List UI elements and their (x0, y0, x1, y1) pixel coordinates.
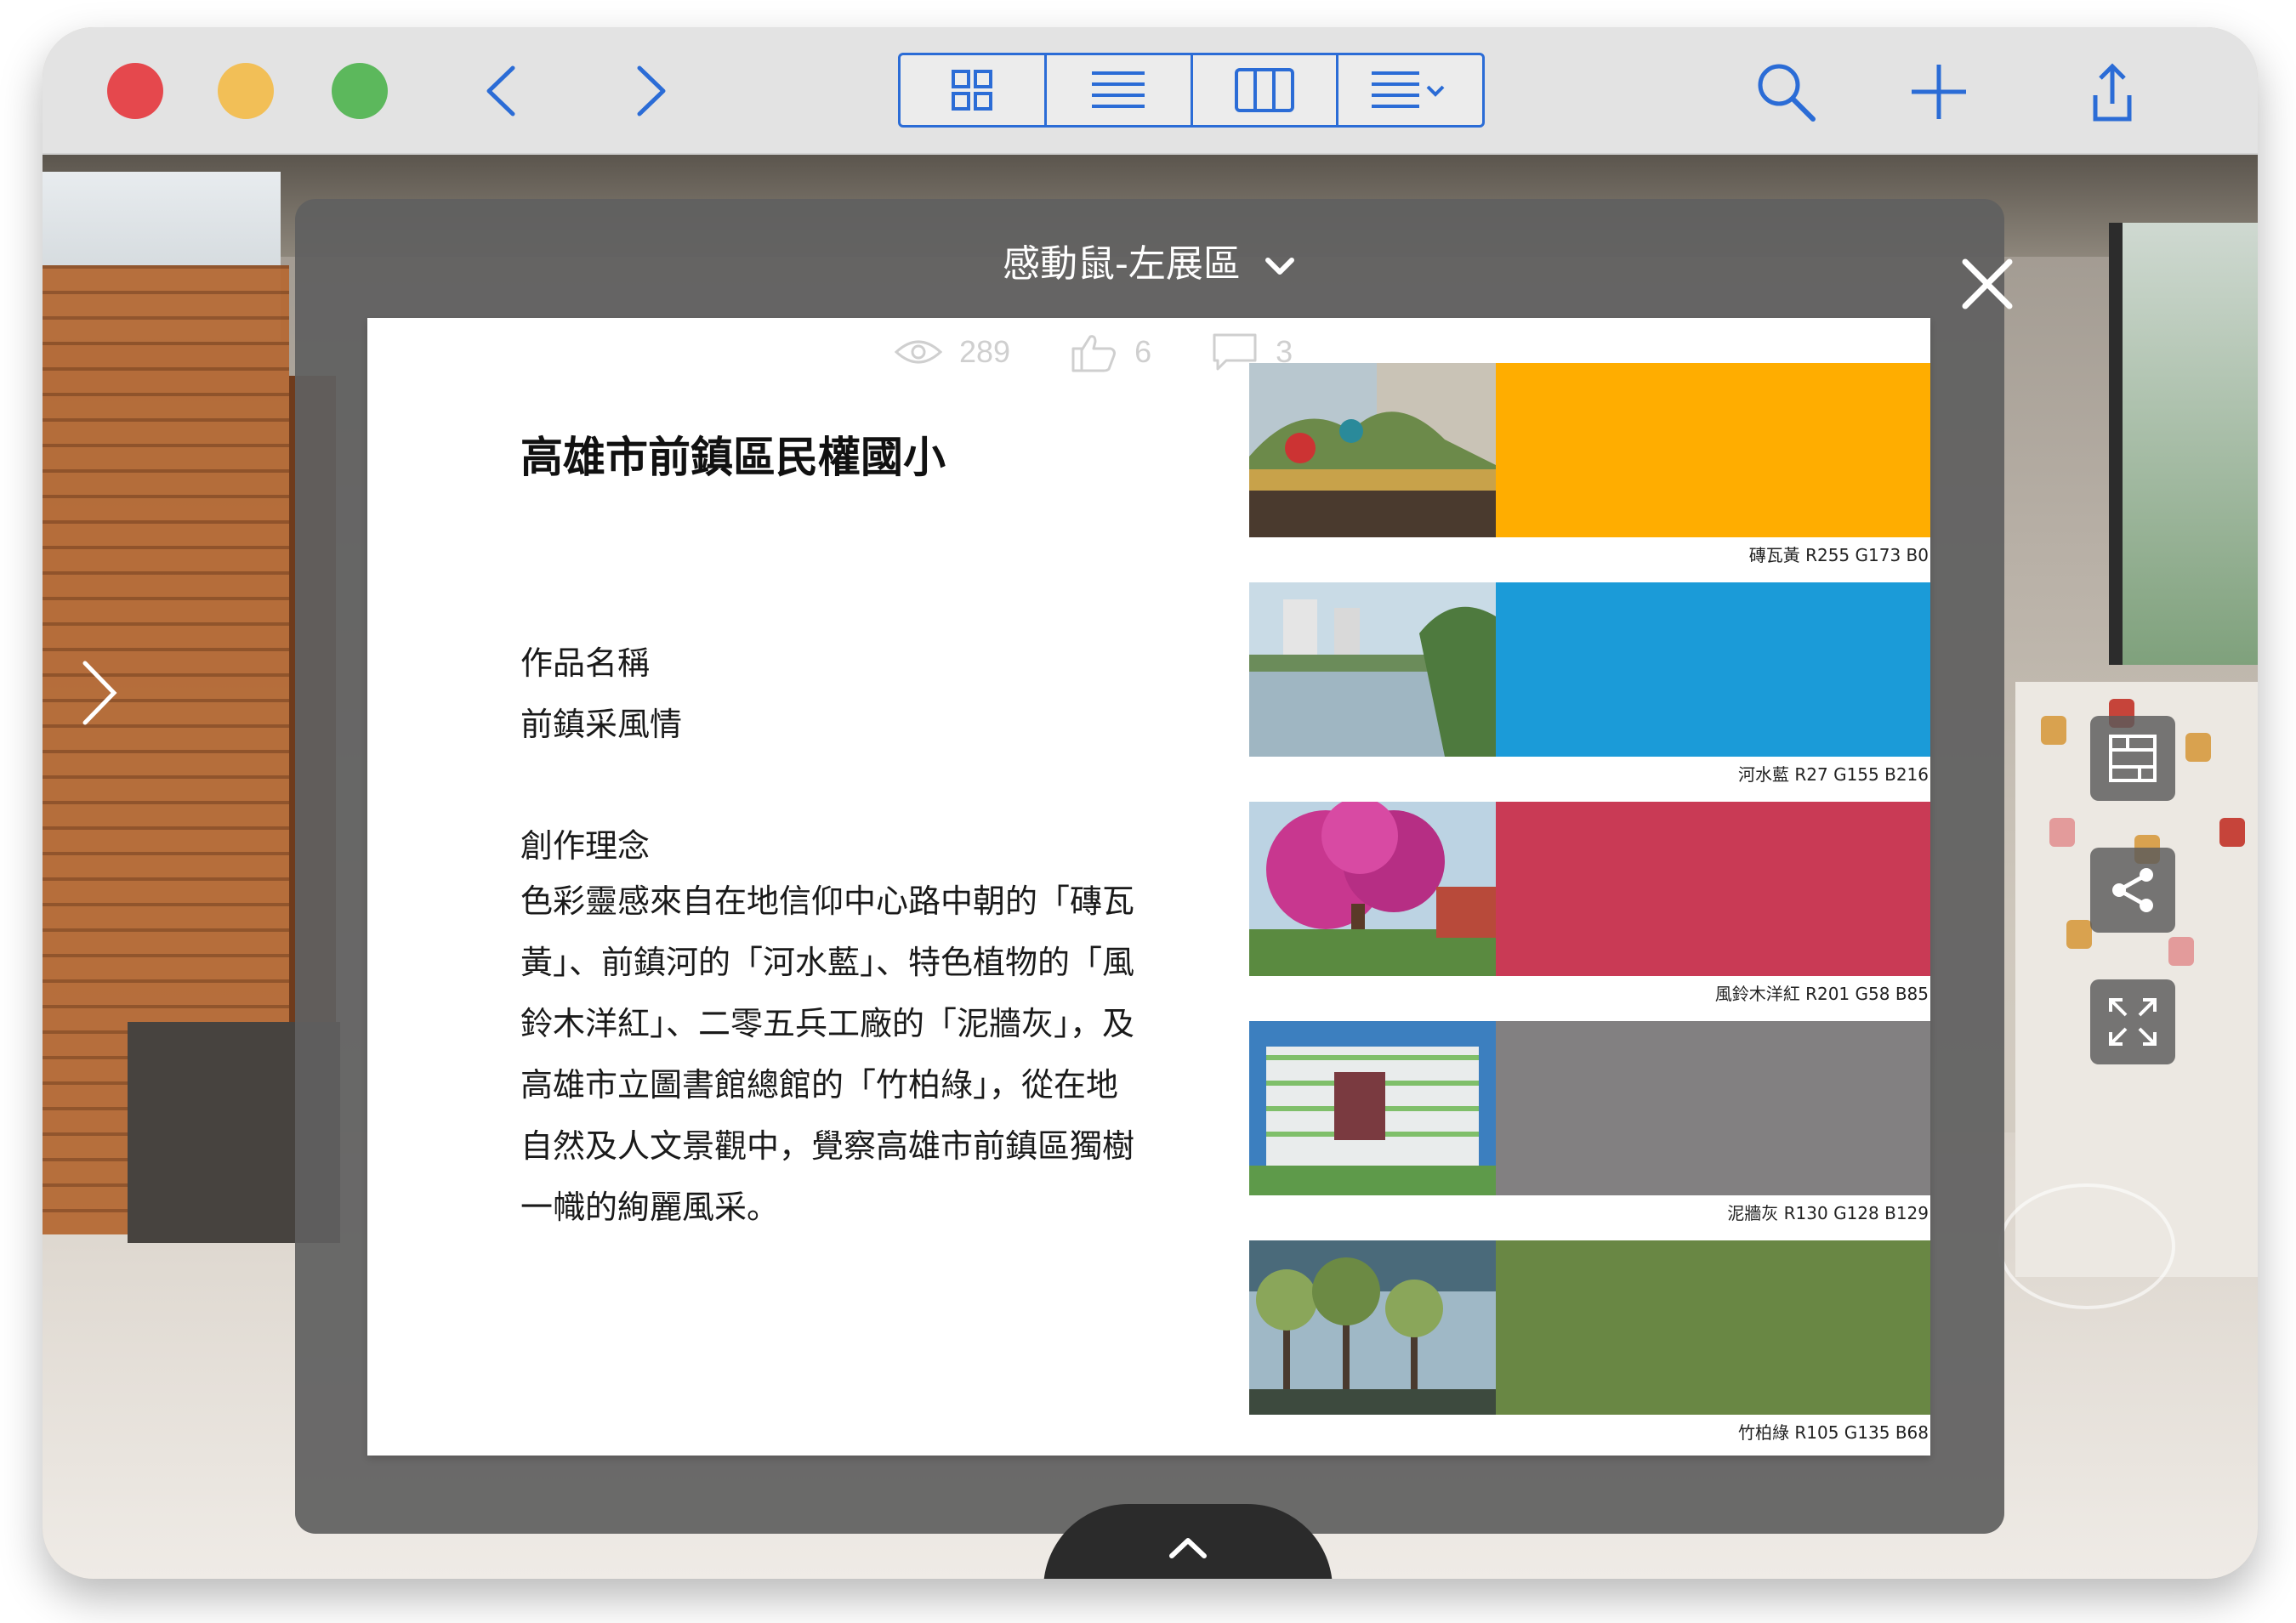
fullscreen-icon (2109, 998, 2157, 1046)
work-name: 前鎮采風情 (520, 706, 683, 743)
browser-window: 感動鼠-左展區 289 6 3 高雄市前鎮區民權國小 作品名稱 前鎮采風情 創作… (43, 27, 2258, 1579)
gyro-indicator (1998, 1183, 2175, 1309)
floor-plan-icon (2109, 735, 2157, 782)
views-count: 289 (959, 334, 1011, 369)
swatch-color (1496, 802, 1930, 976)
library-photo (1249, 1021, 1496, 1195)
chevron-right-icon[interactable] (75, 655, 126, 731)
fullscreen-button[interactable] (2090, 979, 2175, 1064)
exhibit-title: 感動鼠-左展區 (1003, 242, 1241, 286)
swatch-color (1496, 1021, 1930, 1195)
swatch-row: 河水藍 R27 G155 B216 (1249, 582, 1930, 802)
thumbs-up-icon (1071, 335, 1117, 372)
floor-plan-button[interactable] (2090, 716, 2175, 801)
artwork-modal: 感動鼠-左展區 289 6 3 高雄市前鎮區民權國小 作品名稱 前鎮采風情 創作… (295, 199, 2013, 1579)
grid-view-button[interactable] (901, 55, 1047, 125)
river-photo (1249, 582, 1496, 757)
list-view-button[interactable] (1047, 55, 1193, 125)
column-view-button[interactable] (1193, 55, 1339, 125)
concept-label: 創作理念 (520, 827, 651, 865)
swatch-caption: 磚瓦黃 R255 G173 B0 (1748, 545, 1929, 565)
share-icon[interactable] (2075, 58, 2143, 126)
search-icon[interactable] (1752, 58, 1820, 126)
group-view-button[interactable] (1338, 55, 1482, 125)
share-nodes-icon (2112, 868, 2153, 912)
right-window (2109, 223, 2258, 665)
views-stat: 289 (895, 334, 1010, 370)
work-name-label: 作品名稱 (520, 644, 651, 682)
swatch-color (1496, 1240, 1930, 1415)
swatch-color (1496, 363, 1930, 537)
forest-photo (1249, 1240, 1496, 1415)
group-view-icon (1371, 71, 1445, 108)
likes-count: 6 (1134, 334, 1152, 369)
swatch-row: 磚瓦黃 R255 G173 B0 (1249, 363, 1930, 582)
eye-icon (895, 340, 942, 364)
close-icon[interactable] (1953, 250, 2021, 318)
swatch-caption: 風鈴木洋紅 R201 G58 B85 (1714, 984, 1929, 1004)
swatch-caption: 竹柏綠 R105 G135 B68 (1738, 1422, 1929, 1443)
chevron-right-icon[interactable] (621, 61, 680, 121)
chevron-up-icon (1169, 1538, 1207, 1558)
list-view-icon (1092, 71, 1145, 108)
swatch-caption: 泥牆灰 R130 G128 B129 (1727, 1203, 1929, 1223)
chevron-down-icon (1265, 258, 1294, 275)
maximize-window-button[interactable] (332, 63, 388, 119)
swatch-row: 風鈴木洋紅 R201 G58 B85 (1249, 802, 1930, 1021)
toolbar (43, 27, 2258, 155)
swatch-caption: 河水藍 R27 G155 B216 (1738, 764, 1929, 785)
exhibit-selector[interactable]: 感動鼠-左展區 (295, 233, 2004, 287)
minimize-window-button[interactable] (218, 63, 274, 119)
temple-photo (1249, 363, 1496, 537)
swatch-color (1496, 582, 1930, 757)
swatch-row: 竹柏綠 R105 G135 B68 (1249, 1240, 1930, 1456)
likes-stat[interactable]: 6 (1070, 332, 1151, 372)
color-swatch-list: 磚瓦黃 R255 G173 B0 河水藍 R27 G155 B216 風鈴木洋紅… (1249, 363, 1930, 1456)
chevron-left-icon[interactable] (472, 61, 531, 121)
close-window-button[interactable] (107, 63, 163, 119)
artwork-page: 289 6 3 高雄市前鎮區民權國小 作品名稱 前鎮采風情 創作理念 色彩靈感來… (367, 318, 1930, 1456)
swatch-row: 泥牆灰 R130 G128 B129 (1249, 1021, 1930, 1240)
concept-text: 色彩靈感來自在地信仰中心路中朝的「磚瓦黃」、前鎮河的「河水藍」、特色植物的「風鈴… (520, 882, 1135, 1226)
column-view-icon (1234, 68, 1294, 112)
view-mode-segmented-control (898, 53, 1485, 128)
expand-panel-button[interactable] (1043, 1504, 1333, 1579)
plus-icon[interactable] (1905, 58, 1973, 126)
share-button[interactable] (2090, 848, 2175, 933)
grid-view-icon (952, 70, 993, 111)
tree-photo (1249, 802, 1496, 976)
school-name: 高雄市前鎮區民權國小 (520, 433, 946, 482)
